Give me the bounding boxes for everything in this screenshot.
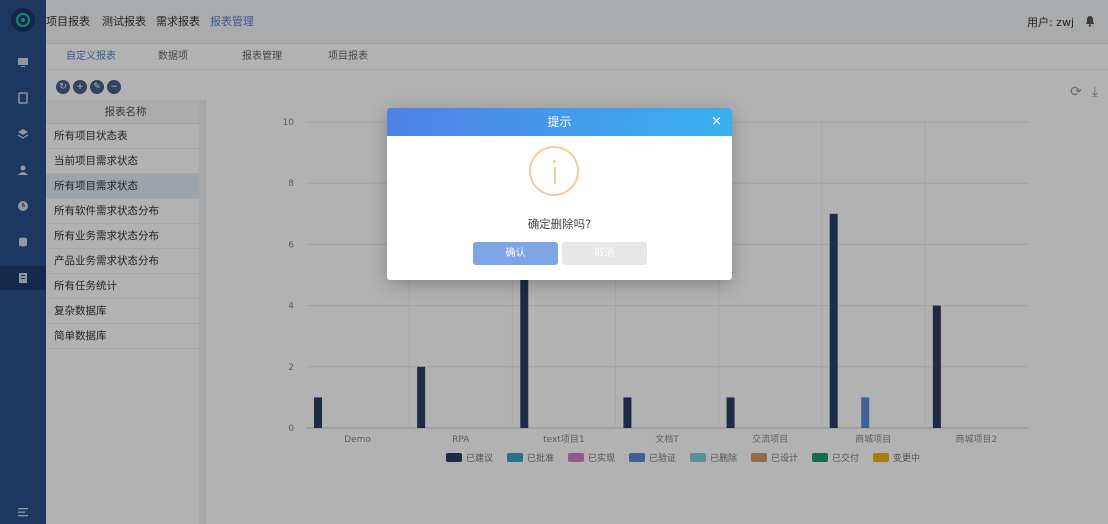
dialog-message: 确定删除吗? (527, 217, 592, 231)
confirm-button[interactable]: 确认 (473, 242, 558, 265)
confirm-dialog: 提示 × 确定删除吗? 确认 取消 (387, 108, 732, 280)
dialog-title: 提示 (547, 115, 572, 129)
info-icon (529, 146, 579, 196)
close-icon[interactable]: × (711, 108, 722, 136)
dialog-header: 提示 × (387, 108, 732, 136)
cancel-button[interactable]: 取消 (562, 242, 647, 265)
